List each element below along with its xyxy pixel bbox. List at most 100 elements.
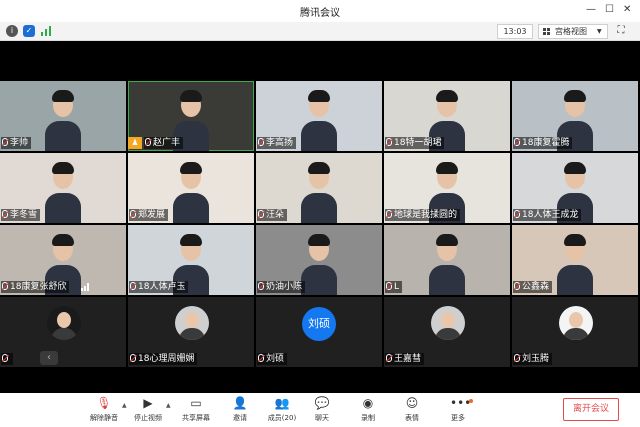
members-icon: 👥	[274, 396, 290, 410]
participant-name: 奶油小陈	[266, 282, 303, 292]
emoji-button[interactable]: ☺ 表情	[390, 396, 434, 426]
participant-name-tag: 18特一胡珺	[385, 137, 445, 149]
participant-tile[interactable]: ♟ 赵广丰	[128, 81, 254, 151]
participant-name-tag: 18人体王成龙	[513, 209, 582, 221]
chat-button[interactable]: 💬 聊天	[300, 396, 344, 426]
participant-tile[interactable]: 18心理周姗娴	[128, 297, 254, 367]
mic-muted-icon	[258, 210, 264, 218]
participant-name-tag: 汪朵	[257, 209, 288, 221]
participant-name: 王嘉彗	[394, 354, 422, 364]
participant-tile[interactable]: 公鑫森	[512, 225, 638, 295]
participant-name-tag: 刘玉腾	[513, 353, 553, 365]
fullscreen-icon[interactable]: ⛶	[615, 25, 627, 37]
avatar	[175, 306, 209, 340]
video-options-caret[interactable]: ▲	[166, 402, 171, 409]
participant-name-tag: L	[385, 281, 403, 293]
participant-tile[interactable]: 18康复张舒欣	[0, 225, 126, 295]
more-button[interactable]: ••• 更多	[436, 396, 480, 426]
window-title: 腾讯会议	[300, 8, 340, 19]
participant-tile[interactable]: 地球是我揉圆的	[384, 153, 510, 223]
participant-tile[interactable]: L	[384, 225, 510, 295]
previous-page-icon[interactable]: ‹	[40, 351, 58, 365]
participant-tile[interactable]: 王嘉彗	[384, 297, 510, 367]
avatar	[47, 306, 81, 340]
close-icon[interactable]: ✕	[623, 4, 631, 16]
stop-video-button[interactable]: ▶ 停止视频	[126, 396, 170, 426]
participant-name: 地球是我揉圆的	[394, 210, 458, 220]
host-badge-icon: ♟	[128, 137, 142, 149]
participant-name: 李帅	[10, 138, 29, 148]
participant-name-tag: 地球是我揉圆的	[385, 209, 461, 221]
participant-tile[interactable]: 刘硕 刘硕	[256, 297, 382, 367]
participant-name-tag: 18康复霍腾	[513, 137, 573, 149]
record-button[interactable]: ◉ 录制	[346, 396, 390, 426]
participant-name-tag: 李帅	[1, 137, 32, 149]
mic-muted-icon	[2, 138, 8, 146]
mic-muted-icon	[514, 138, 520, 146]
view-mode-label: 宫格视图	[555, 27, 587, 36]
view-mode-dropdown[interactable]: 宫格视图 ▼	[538, 24, 608, 39]
participant-tile[interactable]: 汪朵	[256, 153, 382, 223]
mic-muted-icon	[514, 210, 520, 218]
meeting-toolbar: 🎙 解除静音 ▲ ▶ 停止视频 ▲ ▭ 共享屏幕 👤 邀请 👥 成员(20) 💬…	[0, 393, 640, 427]
notification-dot	[469, 399, 473, 403]
participant-video	[427, 229, 467, 295]
mic-muted-icon	[258, 282, 264, 290]
participant-name: 18心理周姗娴	[138, 354, 195, 364]
video-grid: 李帅 ♟ 赵广丰 李高扬 18特一胡珺 18康复霍腾李冬雪 郑发展 汪朵 地球是我揉圆的 18人体…	[0, 41, 640, 393]
participant-tile[interactable]: 18人体王成龙	[512, 153, 638, 223]
maximize-icon[interactable]: ☐	[605, 4, 614, 16]
signal-icon[interactable]	[41, 26, 53, 36]
screen-share-icon: ▭	[190, 396, 202, 410]
participant-name: 刘硕	[266, 354, 285, 364]
participant-tile[interactable]: 李帅	[0, 81, 126, 151]
participant-name: 汪朵	[266, 210, 285, 220]
participant-tile[interactable]: 18人体卢玉	[128, 225, 254, 295]
participant-name-tag: 18心理周姗娴	[129, 353, 198, 365]
participant-tile[interactable]: ‹	[0, 297, 126, 367]
mic-muted-icon	[2, 354, 8, 362]
unmute-button[interactable]: 🎙 解除静音	[82, 396, 126, 426]
participant-name: 18康复霍腾	[522, 138, 570, 148]
participant-tile[interactable]: 18康复霍腾	[512, 81, 638, 151]
participant-tile[interactable]: 李冬雪	[0, 153, 126, 223]
participant-name: 18特一胡珺	[394, 138, 442, 148]
participant-tile[interactable]: 郑发展	[128, 153, 254, 223]
participant-name-tag: 刘硕	[257, 353, 288, 365]
record-icon: ◉	[362, 396, 374, 410]
participant-name: 18人体王成龙	[522, 210, 579, 220]
leave-meeting-button[interactable]: 离开会议	[563, 398, 619, 421]
members-button[interactable]: 👥 成员(20)	[260, 396, 304, 426]
participant-tile[interactable]: 刘玉腾	[512, 297, 638, 367]
participant-video	[555, 229, 595, 295]
participant-tile[interactable]: 李高扬	[256, 81, 382, 151]
mic-muted-icon	[258, 138, 264, 146]
meeting-status-bar: i ✓ 13:03 宫格视图 ▼ ⛶	[0, 22, 640, 41]
participant-name: 刘玉腾	[522, 354, 550, 364]
more-dots-icon: •••	[450, 396, 472, 410]
avatar	[431, 306, 465, 340]
mic-muted-icon	[130, 282, 136, 290]
mic-muted-icon	[130, 210, 136, 218]
shield-icon[interactable]: ✓	[23, 25, 35, 37]
mic-muted-icon	[258, 354, 264, 362]
minimize-icon[interactable]: —	[586, 4, 596, 16]
mic-muted-icon	[514, 354, 520, 362]
meeting-timer: 13:03	[497, 24, 533, 39]
participant-tile[interactable]: 18特一胡珺	[384, 81, 510, 151]
invite-button[interactable]: 👤 邀请	[218, 396, 262, 426]
chevron-down-icon: ▼	[597, 28, 602, 35]
info-icon[interactable]: i	[6, 25, 18, 37]
signal-icon	[81, 283, 91, 291]
participant-video	[299, 85, 339, 151]
window-titlebar: 腾讯会议 — ☐ ✕	[0, 0, 640, 22]
participant-video	[43, 157, 83, 223]
participant-tile[interactable]: 奶油小陈	[256, 225, 382, 295]
participant-name-tag: 李高扬	[257, 137, 297, 149]
mic-muted-icon	[386, 138, 392, 146]
share-screen-button[interactable]: ▭ 共享屏幕	[174, 396, 218, 426]
participant-name: 公鑫森	[522, 282, 550, 292]
participant-name: 赵广丰	[153, 138, 181, 148]
mic-muted-icon	[2, 210, 8, 218]
participant-name: 18人体卢玉	[138, 282, 186, 292]
